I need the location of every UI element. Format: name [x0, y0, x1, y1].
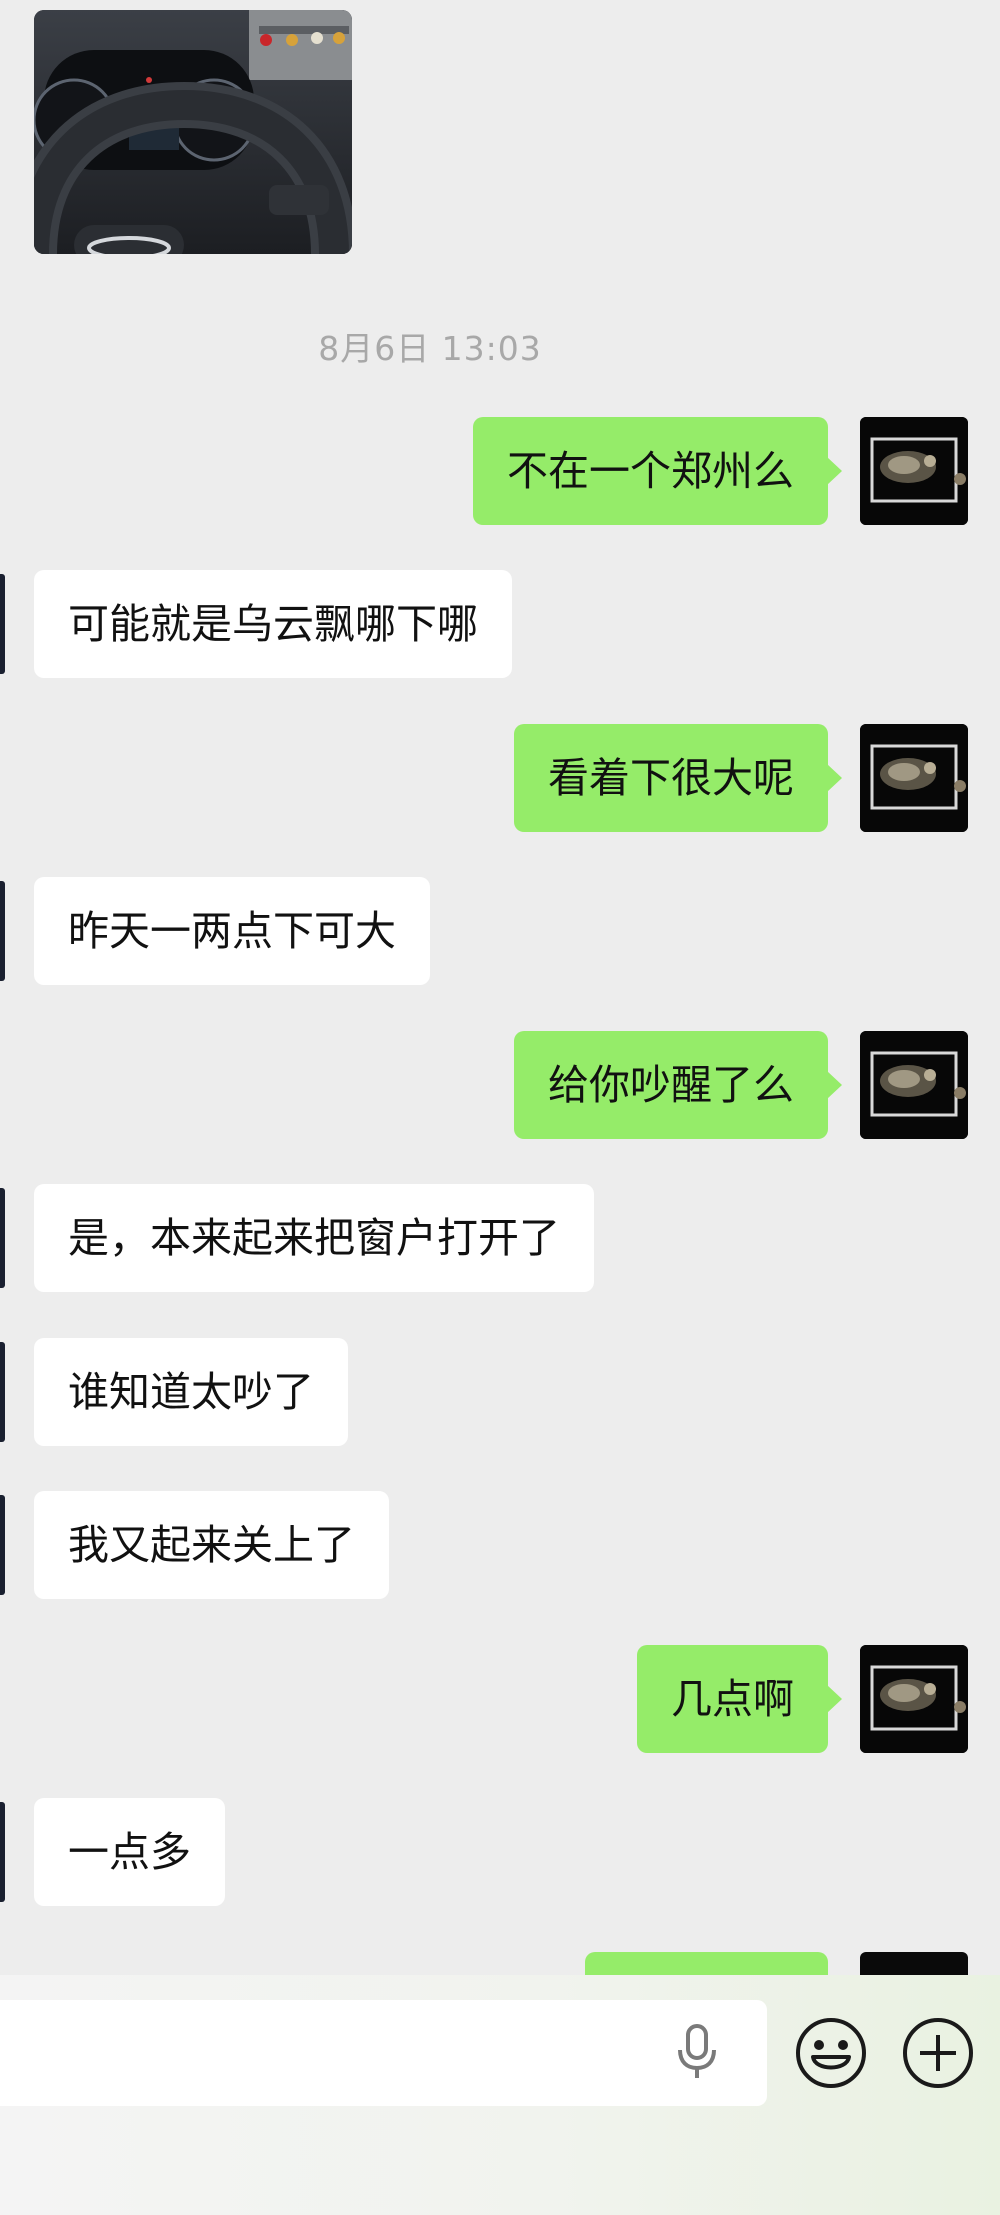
emoji-icon[interactable] — [793, 2015, 869, 2091]
avatar-image — [860, 724, 968, 832]
incoming-message-bubble[interactable]: 昨天一两点下可大 — [34, 877, 430, 985]
plus-icon[interactable] — [900, 2015, 976, 2091]
chat-area[interactable]: 8月6日 13:03 不在一个郑州么 可能就是乌云飘哪下哪 看着下很大呢 昨天一… — [0, 0, 1000, 1975]
incoming-message-bubble[interactable]: 我又起来关上了 — [34, 1491, 389, 1599]
incoming-message-bubble[interactable]: 谁知道太吵了 — [34, 1338, 348, 1446]
user-avatar[interactable] — [860, 724, 968, 832]
car-dashboard-photo[interactable] — [34, 10, 352, 254]
microphone-icon[interactable] — [673, 2020, 721, 2084]
contact-avatar-edge[interactable] — [0, 881, 5, 981]
contact-avatar-edge[interactable] — [0, 1342, 5, 1442]
contact-avatar-edge[interactable] — [0, 574, 5, 674]
outgoing-message-bubble-partial[interactable] — [585, 1952, 828, 1975]
avatar-image — [860, 1031, 968, 1139]
avatar-image — [860, 417, 968, 525]
user-avatar[interactable] — [860, 1031, 968, 1139]
incoming-message-bubble[interactable]: 是，本来起来把窗户打开了 — [34, 1184, 594, 1292]
car-dashboard-image — [34, 10, 352, 254]
contact-avatar-edge[interactable] — [0, 1188, 5, 1288]
outgoing-message-bubble[interactable]: 不在一个郑州么 — [473, 417, 842, 525]
outgoing-message-bubble[interactable]: 给你吵醒了么 — [514, 1031, 842, 1139]
avatar-image — [860, 1645, 968, 1753]
contact-avatar-edge[interactable] — [0, 1802, 5, 1902]
contact-avatar-edge[interactable] — [0, 1495, 5, 1595]
message-input[interactable] — [0, 2000, 767, 2106]
message-input-bar — [0, 1975, 1000, 2215]
user-avatar[interactable] — [860, 1952, 968, 1975]
incoming-message-bubble[interactable]: 可能就是乌云飘哪下哪 — [34, 570, 512, 678]
outgoing-message-bubble[interactable]: 看着下很大呢 — [514, 724, 842, 832]
user-avatar[interactable] — [860, 1645, 968, 1753]
message-timestamp: 8月6日 13:03 — [318, 329, 542, 368]
user-avatar[interactable] — [860, 417, 968, 525]
outgoing-message-bubble[interactable]: 几点啊 — [637, 1645, 842, 1753]
incoming-message-bubble[interactable]: 一点多 — [34, 1798, 225, 1906]
